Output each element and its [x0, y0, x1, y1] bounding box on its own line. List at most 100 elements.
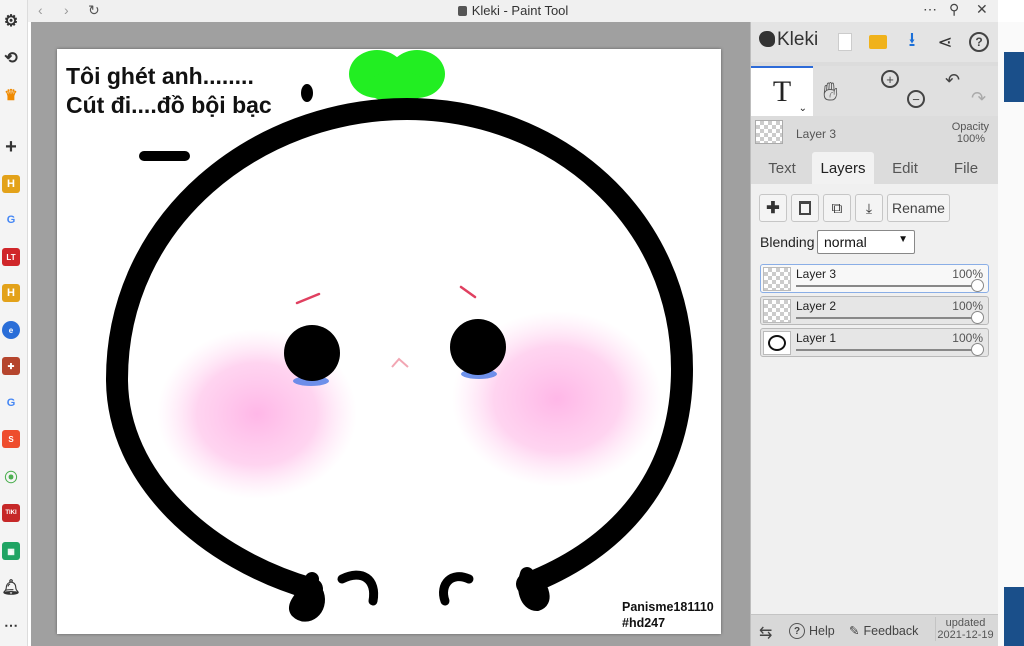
- layer-name: Layer 3: [796, 267, 837, 281]
- bell-icon[interactable]: 🔔︎: [1, 578, 20, 596]
- tab-edit-label: Edit: [892, 159, 918, 177]
- help-button[interactable]: ? Help: [789, 623, 835, 639]
- trash-icon: [799, 201, 811, 215]
- layer-row[interactable]: Layer 1 100%: [760, 328, 989, 357]
- text-tool-button[interactable]: T ⌄: [751, 66, 813, 116]
- open-folder-icon[interactable]: [866, 30, 890, 54]
- layer-opacity-track[interactable]: [796, 285, 978, 287]
- crown-icon[interactable]: ♛: [2, 86, 20, 104]
- text-tool-glyph: T: [772, 75, 792, 108]
- redo-icon[interactable]: ↷: [971, 88, 986, 109]
- layer-name: Layer 2: [796, 299, 837, 313]
- undo-icon[interactable]: ↶: [945, 70, 960, 91]
- duplicate-layer-button[interactable]: ⧉: [823, 194, 851, 222]
- history-icon[interactable]: ⟲: [2, 49, 20, 67]
- extension-pin-icon[interactable]: ⦿: [2, 467, 20, 485]
- pin-icon[interactable]: ⚲: [949, 1, 959, 18]
- sheets-icon[interactable]: ▦: [2, 542, 20, 560]
- blending-value: normal: [824, 234, 867, 250]
- sprout-leaf: [349, 50, 445, 103]
- updated-date: 2021-12-19: [937, 629, 994, 641]
- nose: [391, 357, 409, 368]
- lock-icon: [457, 6, 467, 16]
- zoom-in-icon[interactable]: +: [881, 70, 899, 88]
- layer-name: Layer 1: [796, 331, 837, 345]
- help-circle-icon: ?: [789, 623, 805, 639]
- download-icon[interactable]: ⭳: [900, 29, 924, 54]
- logo-text: Kleki: [777, 29, 819, 50]
- tab-layers[interactable]: Layers: [812, 152, 874, 184]
- browser-sidebar: ⚙ ⟲ ♛ + H G LT H e ✚ G S ⦿ TIKI ▦ 🔔︎ ⋯: [0, 0, 28, 646]
- toolbar: T ⌄ ✋︎ + − ↶ ↷: [751, 66, 999, 116]
- layer-opacity-track[interactable]: [796, 317, 978, 319]
- current-layer-info: Layer 3 Opacity 100%: [751, 118, 999, 150]
- canvas-area[interactable]: Tôi ghét anh........ Cút đi....đồ bội bạ…: [31, 22, 750, 646]
- current-layer-thumbnail: [755, 120, 783, 144]
- hand-tool-icon[interactable]: ✋︎: [823, 76, 838, 108]
- rename-layer-button[interactable]: Rename: [887, 194, 950, 222]
- window-titlebar: ‹ › ↻ Kleki - Paint Tool ⋯ ⚲ ✕: [28, 0, 998, 22]
- layer-opacity-slider[interactable]: [971, 279, 984, 292]
- window-title: Kleki - Paint Tool: [28, 3, 998, 18]
- delete-layer-button[interactable]: [791, 194, 819, 222]
- extension-lt-icon[interactable]: LT: [2, 248, 20, 266]
- layer-opacity-slider[interactable]: [971, 311, 984, 324]
- drawing-canvas[interactable]: Tôi ghét anh........ Cút đi....đồ bội bạ…: [57, 49, 721, 634]
- panel-header: Kleki ⭳ ⋖ ?: [751, 22, 999, 62]
- chevron-down-icon: ▼: [898, 234, 908, 245]
- current-layer-name: Layer 3: [796, 127, 837, 141]
- dot-mark: [301, 84, 313, 102]
- more-icon[interactable]: ⋯: [2, 616, 20, 634]
- tab-file[interactable]: File: [946, 152, 986, 184]
- updated-info: updated 2021-12-19: [935, 617, 995, 641]
- feedback-button[interactable]: ✎ Feedback: [849, 623, 918, 639]
- close-icon[interactable]: ✕: [976, 1, 988, 18]
- new-file-icon[interactable]: [833, 30, 857, 54]
- right-foot: [518, 567, 550, 612]
- blending-label: Blending: [760, 234, 815, 250]
- swap-side-button[interactable]: ⇆: [759, 623, 772, 643]
- extension-h-icon[interactable]: H: [2, 175, 20, 193]
- tab-edit[interactable]: Edit: [883, 152, 927, 184]
- merge-layer-button[interactable]: ⤓: [855, 194, 883, 222]
- share-icon[interactable]: ⋖: [933, 30, 957, 54]
- kleki-logo[interactable]: Kleki: [759, 29, 818, 51]
- signature-line2: #hd247: [622, 616, 666, 630]
- left-eyebrow: [295, 292, 321, 305]
- caption-line1: Tôi ghét anh........: [66, 63, 254, 89]
- left-arm: [337, 570, 379, 606]
- caption-line2: Cút đi....đồ bội bạc: [66, 92, 272, 118]
- logo-mark-icon: [759, 31, 775, 47]
- background-accent-bar: [1004, 52, 1024, 102]
- zoom-out-icon[interactable]: −: [907, 90, 925, 108]
- layers-tab-body: ✚ ⧉ ⤓ Rename Blending normal ▼ Layer 3 10…: [751, 184, 999, 614]
- panel-footer: ⇆ ? Help ✎ Feedback updated 2021-12-19: [751, 614, 999, 646]
- extension-blue-icon[interactable]: e: [2, 321, 20, 339]
- layer-opacity-track[interactable]: [796, 349, 978, 351]
- add-icon[interactable]: +: [2, 136, 20, 158]
- panel-tabs: Text Layers Edit File: [751, 152, 999, 184]
- gear-icon[interactable]: ⚙: [2, 12, 20, 30]
- tab-layers-label: Layers: [820, 159, 866, 177]
- blending-select[interactable]: normal ▼: [817, 230, 915, 254]
- layer-opacity-slider[interactable]: [971, 343, 984, 356]
- more-options-icon[interactable]: ⋯: [923, 1, 937, 18]
- extension-h2-icon[interactable]: H: [2, 284, 20, 302]
- right-eyebrow: [459, 285, 477, 299]
- tiki-icon[interactable]: TIKI: [2, 504, 20, 522]
- drawing-artwork: [105, 50, 694, 622]
- layer-row[interactable]: Layer 2 100%: [760, 296, 989, 325]
- google-icon[interactable]: G: [2, 211, 20, 229]
- google-translate-icon[interactable]: G: [2, 394, 20, 412]
- add-layer-button[interactable]: ✚: [759, 194, 787, 222]
- plus-icon: ✚: [766, 200, 780, 217]
- shopee-icon[interactable]: S: [2, 430, 20, 448]
- tab-text-label: Text: [768, 159, 796, 177]
- window-title-text: Kleki - Paint Tool: [471, 3, 569, 18]
- extension-shield-icon[interactable]: ✚: [2, 357, 20, 375]
- help-icon[interactable]: ?: [967, 30, 991, 54]
- layer-row[interactable]: Layer 3 100%: [760, 264, 989, 293]
- duplicate-icon: ⧉: [831, 199, 843, 217]
- tab-text[interactable]: Text: [759, 152, 805, 184]
- background-accent-bar: [1004, 587, 1024, 646]
